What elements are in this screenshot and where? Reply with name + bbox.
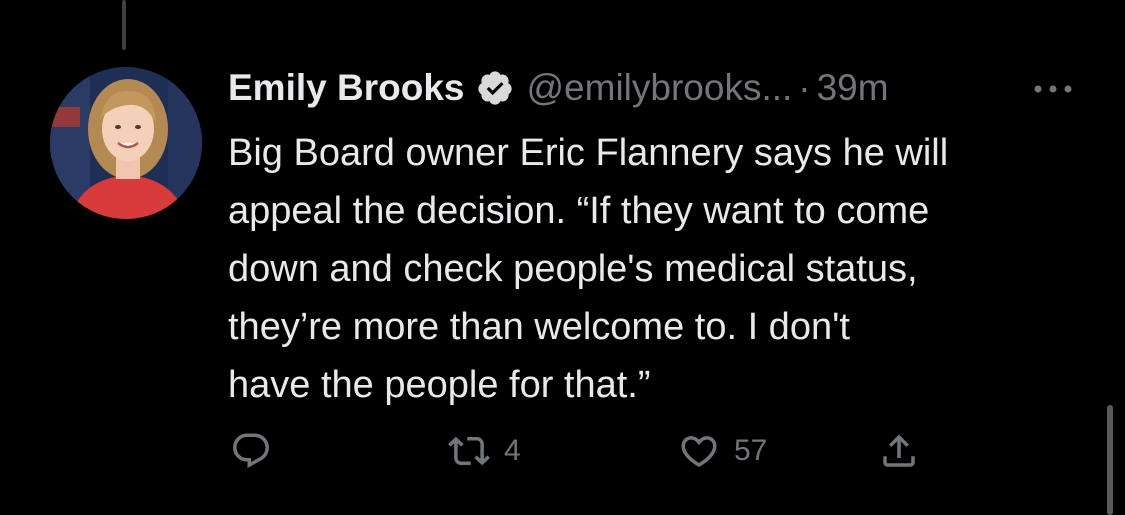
tweet-text-line: they’re more than welcome to. I don't [228,306,850,348]
more-options-icon[interactable] [1028,74,1078,104]
avatar[interactable] [50,67,202,219]
tweet-text-line: Big Board owner Eric Flannery says he wi… [228,132,949,174]
like-count: 57 [734,434,768,467]
share-icon [883,434,915,467]
tweet-text: Big Board owner Eric Flannery says he wi… [228,124,1088,414]
retweet-count: 4 [504,434,521,467]
tweet-text-line: have the people for that.” [228,364,651,406]
header-separator: · [798,67,811,108]
retweet-button[interactable]: 4 [448,430,521,472]
reply-button[interactable] [230,430,272,472]
share-button[interactable] [878,430,920,472]
tweet-action-bar: 4 57 [228,430,988,480]
author-handle[interactable]: @emilybrooks... [526,67,792,109]
thread-connector-line [122,0,126,50]
tweet-text-line: appeal the decision. “If they want to co… [228,190,930,232]
verified-badge-icon [476,69,514,107]
heart-icon [681,436,717,468]
tweet[interactable]: Emily Brooks @emilybrooks... · 39m Big B… [228,62,1088,414]
reply-icon [233,433,269,468]
tweet-header: Emily Brooks @emilybrooks... · 39m [228,62,1088,114]
retweet-icon [448,436,490,466]
avatar-image [50,67,202,219]
tweet-timestamp[interactable]: 39m [817,67,889,109]
scrollbar[interactable] [1107,405,1113,515]
tweet-text-line: down and check people's medical status, [228,248,918,290]
like-button[interactable]: 57 [678,430,767,472]
author-display-name[interactable]: Emily Brooks [228,67,464,109]
